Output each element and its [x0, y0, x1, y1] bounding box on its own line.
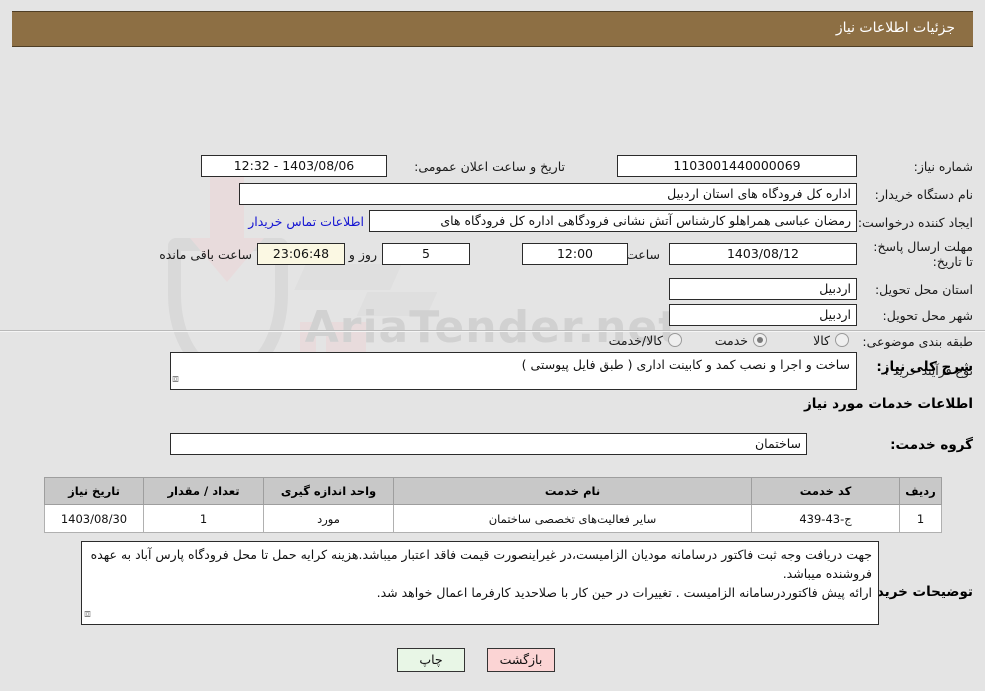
- requester-value: رمضان عباسی همراهلو کارشناس آتش نشانی فر…: [369, 210, 857, 232]
- buyer-contact-link[interactable]: اطلاعات تماس خریدار: [248, 214, 364, 229]
- th-need-date: تاریخ نیاز: [44, 477, 144, 505]
- cell-row-index: 1: [899, 504, 942, 533]
- remaining-label: ساعت باقی مانده: [159, 247, 252, 262]
- cell-service-code: ج-43-439: [751, 504, 900, 533]
- days-unit-label: روز و: [348, 247, 377, 262]
- cell-need-date: 1403/08/30: [44, 504, 144, 533]
- cell-quantity: 1: [143, 504, 264, 533]
- province-label: استان محل تحویل:: [874, 282, 973, 297]
- need-number-value: 1103001440000069: [617, 155, 857, 177]
- resize-handle-icon[interactable]: ⧈: [84, 607, 91, 621]
- deadline-date-value: 1403/08/12: [669, 243, 857, 265]
- requester-label: ایجاد کننده درخواست:: [857, 215, 973, 230]
- announce-datetime-label: تاریخ و ساعت اعلان عمومی:: [414, 159, 565, 174]
- services-section-title: اطلاعات خدمات مورد نیاز: [803, 396, 973, 412]
- services-table: ردیف کد خدمت نام خدمت واحد اندازه گیری ت…: [44, 477, 942, 533]
- category-radio-khedmat-label: خدمت: [714, 333, 748, 348]
- resize-handle-icon[interactable]: ⧈: [172, 372, 179, 386]
- description-value[interactable]: ساخت و اجرا و نصب کمد و کابینت اداری ( ط…: [170, 352, 857, 390]
- print-button[interactable]: چاپ: [397, 648, 465, 672]
- buyer-notes-value[interactable]: جهت دریافت وجه ثبت فاکتور درسامانه مودیا…: [81, 541, 879, 625]
- buyer-org-label: نام دستگاه خریدار:: [874, 187, 973, 202]
- category-radio-kala-khedmat[interactable]: [668, 333, 682, 347]
- city-value: اردبیل: [669, 304, 857, 326]
- cell-unit: مورد: [263, 504, 394, 533]
- th-unit: واحد اندازه گیری: [263, 477, 394, 505]
- service-group-label: گروه خدمت:: [890, 437, 973, 453]
- page-title: جزئیات اطلاعات نیاز: [835, 20, 955, 36]
- th-service-code: کد خدمت: [751, 477, 900, 505]
- section-divider: [0, 330, 985, 332]
- category-radio-kala-khedmat-label: کالا/خدمت: [608, 333, 663, 348]
- deadline-label: مهلت ارسال پاسخ: تا تاریخ:: [873, 239, 973, 269]
- table-header-row: ردیف کد خدمت نام خدمت واحد اندازه گیری ت…: [44, 477, 942, 505]
- category-radio-kala-label: کالا: [813, 333, 830, 348]
- hour-value: 12:00: [522, 243, 628, 265]
- hour-label: ساعت: [625, 247, 660, 262]
- header-bar: جزئیات اطلاعات نیاز: [12, 11, 973, 47]
- page-root: AriaTender.net جزئیات اطلاعات نیاز شماره…: [0, 0, 985, 691]
- category-label: طبقه بندی موضوعی:: [862, 334, 973, 349]
- need-number-label: شماره نیاز:: [913, 159, 973, 174]
- service-group-value[interactable]: ساختمان: [170, 433, 807, 455]
- buyer-org-value: اداره کل فرودگاه های استان اردبیل: [239, 183, 857, 205]
- details-form: شماره نیاز: 1103001440000069 تاریخ و ساع…: [0, 74, 985, 380]
- th-service-name: نام خدمت: [393, 477, 752, 505]
- days-remaining-value: 5: [382, 243, 470, 265]
- th-row-index: ردیف: [899, 477, 942, 505]
- table-row: 1 ج-43-439 سایر فعالیت‌های تخصصی ساختمان…: [44, 504, 942, 533]
- back-button[interactable]: بازگشت: [487, 648, 555, 672]
- category-radio-khedmat[interactable]: [753, 333, 767, 347]
- countdown-value: 23:06:48: [257, 243, 345, 265]
- province-value: اردبیل: [669, 278, 857, 300]
- description-label: شرح کلی نیاز:: [876, 359, 973, 375]
- category-radio-kala[interactable]: [835, 333, 849, 347]
- city-label: شهر محل تحویل:: [882, 308, 973, 323]
- cell-service-name: سایر فعالیت‌های تخصصی ساختمان: [393, 504, 752, 533]
- announce-datetime-value: 1403/08/06 - 12:32: [201, 155, 387, 177]
- th-quantity: تعداد / مقدار: [143, 477, 264, 505]
